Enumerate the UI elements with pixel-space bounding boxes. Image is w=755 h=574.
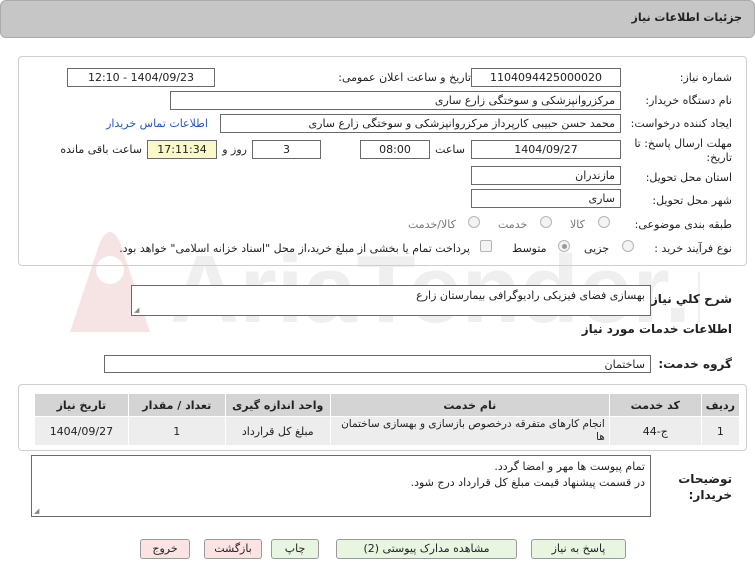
category-option-goods-label: کالا bbox=[570, 218, 585, 231]
announce-datetime-label: تاریخ و ساعت اعلان عمومی: bbox=[338, 71, 471, 84]
col-quantity: تعداد / مقدار bbox=[127, 393, 226, 417]
category-option-both-radio[interactable] bbox=[468, 216, 480, 228]
process-option-minor-radio[interactable] bbox=[622, 240, 634, 252]
table-row[interactable]: 1 ج-44 انجام کارهای متفرقه درخصوص بازساز… bbox=[34, 416, 741, 446]
need-info-panel bbox=[18, 56, 747, 266]
summary-field: بهسازی فضای فیزیکی رادیوگرافی بیمارستان … bbox=[131, 285, 651, 316]
city-label: شهر محل تحویل: bbox=[652, 194, 732, 207]
need-number-label: شماره نیاز: bbox=[679, 71, 732, 84]
resize-handle-icon[interactable]: ◢ bbox=[34, 508, 39, 515]
buyer-notes-line-1: تمام پیوست ها مهر و امضا گردد. bbox=[494, 460, 645, 473]
creator-label: ایجاد کننده درخواست: bbox=[630, 117, 732, 130]
cell-service-name: انجام کارهای متفرقه درخصوص بازسازی و بهس… bbox=[329, 416, 610, 446]
days-remaining-field: 3 bbox=[252, 140, 321, 159]
summary-text: بهسازی فضای فیزیکی رادیوگرافی بیمارستان … bbox=[416, 289, 645, 302]
cell-need-date: 1404/09/27 bbox=[34, 416, 129, 446]
buyer-org-label: نام دستگاه خریدار: bbox=[645, 94, 732, 107]
services-table: ردیف کد خدمت نام خدمت واحد اندازه گیری ت… bbox=[34, 393, 741, 446]
process-option-medium-label: متوسط bbox=[512, 242, 547, 255]
service-group-label: گروه خدمت: bbox=[658, 357, 732, 371]
deadline-date-label: تاریخ: bbox=[706, 151, 732, 164]
cell-row-number: 1 bbox=[700, 416, 741, 446]
province-label: استان محل تحویل: bbox=[645, 171, 732, 184]
buyer-contact-link[interactable]: اطلاعات تماس خریدار bbox=[106, 117, 208, 130]
remaining-time-field: 17:11:34 bbox=[147, 140, 217, 159]
category-option-goods-radio[interactable] bbox=[598, 216, 610, 228]
need-number-field: 1104094425000020 bbox=[471, 68, 621, 87]
service-group-field: ساختمان bbox=[104, 355, 651, 373]
category-option-both-label: کالا/خدمت bbox=[408, 218, 456, 231]
creator-field: محمد حسن حبیبی کارپرداز مرکزروانپزشکی و … bbox=[220, 114, 621, 133]
cell-service-code: ج-44 bbox=[608, 416, 702, 446]
reply-to-need-button[interactable]: پاسخ به نیاز bbox=[531, 539, 626, 559]
col-need-date: تاریخ نیاز bbox=[34, 393, 129, 417]
cell-unit: مبلغ کل قرارداد bbox=[224, 416, 331, 446]
services-table-header: ردیف کد خدمت نام خدمت واحد اندازه گیری ت… bbox=[34, 393, 741, 417]
col-row-number: ردیف bbox=[700, 393, 741, 417]
deadline-time-label: ساعت bbox=[435, 143, 465, 156]
deadline-time-field: 08:00 bbox=[360, 140, 430, 159]
treasury-payment-note: پرداخت تمام یا بخشی از مبلغ خرید،از محل … bbox=[119, 242, 470, 255]
deadline-date-field: 1404/09/27 bbox=[471, 140, 621, 159]
buyer-org-field: مرکزروانپزشکی و سوختگی زارع ساری bbox=[170, 91, 621, 110]
category-option-service-radio[interactable] bbox=[540, 216, 552, 228]
buyer-notes-field: تمام پیوست ها مهر و امضا گردد. در قسمت پ… bbox=[31, 455, 651, 517]
category-option-service-label: خدمت bbox=[498, 218, 528, 231]
announce-datetime-field: 1404/09/23 - 12:10 bbox=[67, 68, 215, 87]
page-title: جزئیات اطلاعات نیاز bbox=[631, 11, 743, 24]
col-unit: واحد اندازه گیری bbox=[224, 393, 331, 417]
city-field: ساری bbox=[471, 189, 621, 208]
summary-label: شرح کلي نياز: bbox=[646, 292, 732, 306]
back-button[interactable]: بازگشت bbox=[204, 539, 262, 559]
buyer-notes-label-2: خریدار: bbox=[688, 488, 732, 502]
category-label: طبقه بندی موضوعی: bbox=[634, 218, 732, 231]
exit-button[interactable]: خروج bbox=[140, 539, 190, 559]
process-type-label: نوع فرآیند خرید : bbox=[654, 242, 732, 255]
services-section-title: اطلاعات خدمات مورد نیاز bbox=[581, 322, 732, 336]
view-attachments-button[interactable]: مشاهده مدارک پیوستی (2) bbox=[336, 539, 517, 559]
col-service-name: نام خدمت bbox=[329, 393, 610, 417]
treasury-payment-checkbox[interactable] bbox=[480, 240, 492, 252]
remaining-time-label: ساعت باقی مانده bbox=[60, 143, 142, 156]
buyer-notes-line-2: در قسمت پیشنهاد قیمت مبلغ کل قرارداد درج… bbox=[410, 476, 645, 489]
page-header: جزئیات اطلاعات نیاز bbox=[0, 0, 755, 38]
resize-handle-icon[interactable]: ◢ bbox=[134, 307, 139, 314]
days-label: روز و bbox=[222, 143, 247, 156]
process-option-minor-label: جزیی bbox=[584, 242, 610, 255]
province-field: مازندران bbox=[471, 166, 621, 185]
print-button[interactable]: چاپ bbox=[271, 539, 319, 559]
deadline-label: مهلت ارسال پاسخ: تا bbox=[634, 137, 732, 150]
process-option-medium-radio[interactable] bbox=[558, 240, 570, 252]
col-service-code: کد خدمت bbox=[608, 393, 702, 417]
cell-quantity: 1 bbox=[127, 416, 226, 446]
buyer-notes-label: توضیحات bbox=[678, 472, 732, 486]
